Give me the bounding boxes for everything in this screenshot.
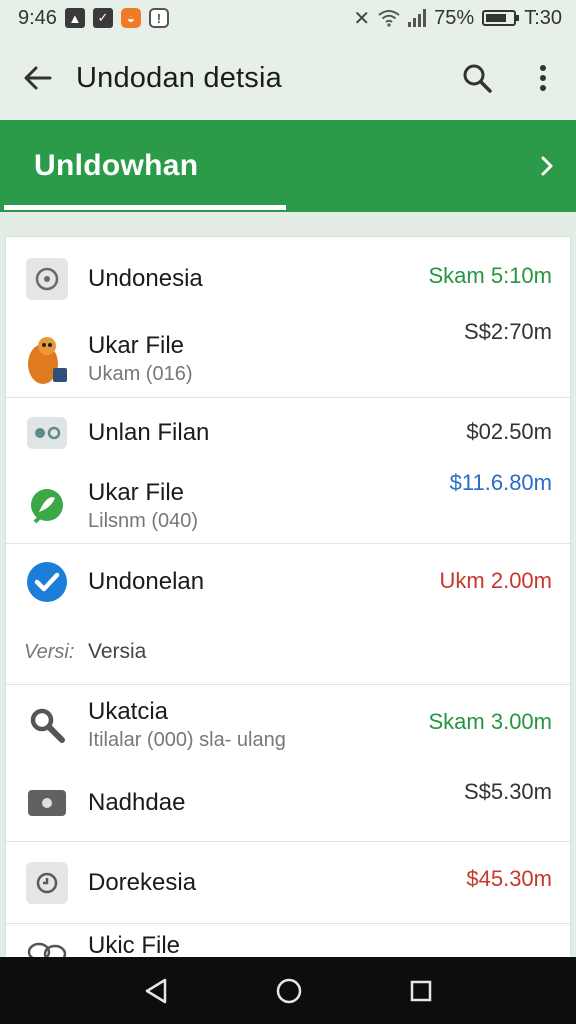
system-nav-bar [0,957,576,1024]
green-leaf-icon [31,489,63,524]
item-prefix: Versi: [24,640,75,663]
item-subtitle: Ukam (016) [88,362,193,385]
status-right: ✕ 75% T:30 [353,6,562,31]
item-name: Ukic File [88,932,181,957]
battery-percent: 75% [434,6,475,29]
item-name: Versia [88,639,147,663]
item-icon-wrap [6,332,88,386]
list-item[interactable]: Undonesia Skam 5:10m [6,237,570,321]
wifi-icon [378,10,400,27]
list-group: Unlan Filan $02.50m Ukar File Lilsnm (04… [6,398,570,544]
more-vert-icon [540,65,546,91]
list-item[interactable]: Ukar File Lilsnm (040) $11.6.80m [6,468,570,544]
camera-icon [28,790,66,816]
tab-indicator [4,205,286,210]
tab-bar[interactable]: Unldowhan [0,120,576,212]
gallery-notification-icon: ▲ [64,8,85,28]
check-circle-icon [27,562,67,602]
item-amount: $45.30m [466,866,552,891]
fox-mascot-icon [28,337,67,384]
item-icon-wrap [6,932,88,957]
page-title: Undodan detsia [76,61,282,94]
item-amount: S$5.30m [463,779,552,804]
list-group: Ukic File [6,924,570,957]
item-icon-wrap [6,705,88,745]
item-amount: Skam 5:10m [428,263,553,288]
bluetooth-off-icon: ✕ [353,7,371,30]
item-texts: Versia [88,640,570,664]
clock-right: T:30 [524,6,562,29]
list-item[interactable]: Undonelan Ukm 2.00m [6,544,570,620]
more-options-button[interactable] [510,36,576,120]
signal-icon [408,9,427,27]
file-list: Undonesia Skam 5:10m Ukar File Ukam (016… [6,237,570,957]
item-icon-wrap [6,486,88,526]
list-item[interactable]: Nadhdae S$5.30m [6,765,570,841]
compass-file-icon [26,258,68,300]
battery-icon [482,10,520,26]
alert-notification-icon: ! [148,8,169,28]
list-group: Undonelan Ukm 2.00m Versi: Versia [6,544,570,685]
nav-recents-icon[interactable] [409,979,433,1003]
app-notification-icon: ◒ [120,8,141,28]
search-button[interactable] [444,36,510,120]
item-amount: Skam 3.00m [428,709,553,734]
list-item[interactable]: Versi: Versia [6,620,570,684]
check-notification-icon: ✓ [92,8,113,28]
item-icon-wrap [6,790,88,816]
item-icon-wrap [6,258,88,300]
link-icon [27,942,67,957]
item-subtitle: Lilsnm (040) [88,509,199,532]
item-amount: $02.50m [466,419,552,444]
status-bar: 9:46 ▲ ✓ ◒ ! ✕ 75% T:30 [0,0,576,36]
arrow-left-icon [24,66,52,90]
search-icon [463,64,492,93]
nav-home-icon[interactable] [275,977,303,1005]
chevron-right-icon[interactable] [540,155,554,177]
app-bar: Undodan detsia [0,36,576,120]
item-icon-wrap [6,862,88,904]
item-prefix-wrap: Versi: [6,641,88,664]
item-amount: S$2:70m [463,319,552,344]
list-item[interactable]: Dorekesia $45.30m [6,842,570,924]
status-time: 9:46 [18,6,57,29]
cassette-icon [27,417,67,449]
list-item[interactable]: Ukatcia Itilalar (000) sla- ulang Skam 3… [6,685,570,765]
item-amount: Ukm 2.00m [439,568,552,593]
back-button[interactable] [0,36,76,120]
nav-back-icon[interactable] [143,977,169,1005]
item-icon-wrap [6,561,88,603]
clock-icon [26,862,68,904]
list-group: Ukatcia Itilalar (000) sla- ulang Skam 3… [6,685,570,842]
item-texts: Ukic File [88,932,570,957]
list-group: Undonesia Skam 5:10m Ukar File Ukam (016… [6,237,570,398]
item-icon-wrap [6,417,88,449]
list-group: Dorekesia $45.30m [6,842,570,924]
list-item[interactable]: Unlan Filan $02.50m [6,398,570,468]
item-amount: $11.6.80m [449,470,552,495]
list-item[interactable]: Ukar File Ukam (016) S$2:70m [6,319,570,397]
status-left: 9:46 ▲ ✓ ◒ ! [18,7,169,30]
battery-fill [486,14,506,22]
tab-label[interactable]: Unldowhan [34,149,198,183]
list-item[interactable]: Ukic File [6,924,570,957]
wrench-icon [30,708,65,743]
